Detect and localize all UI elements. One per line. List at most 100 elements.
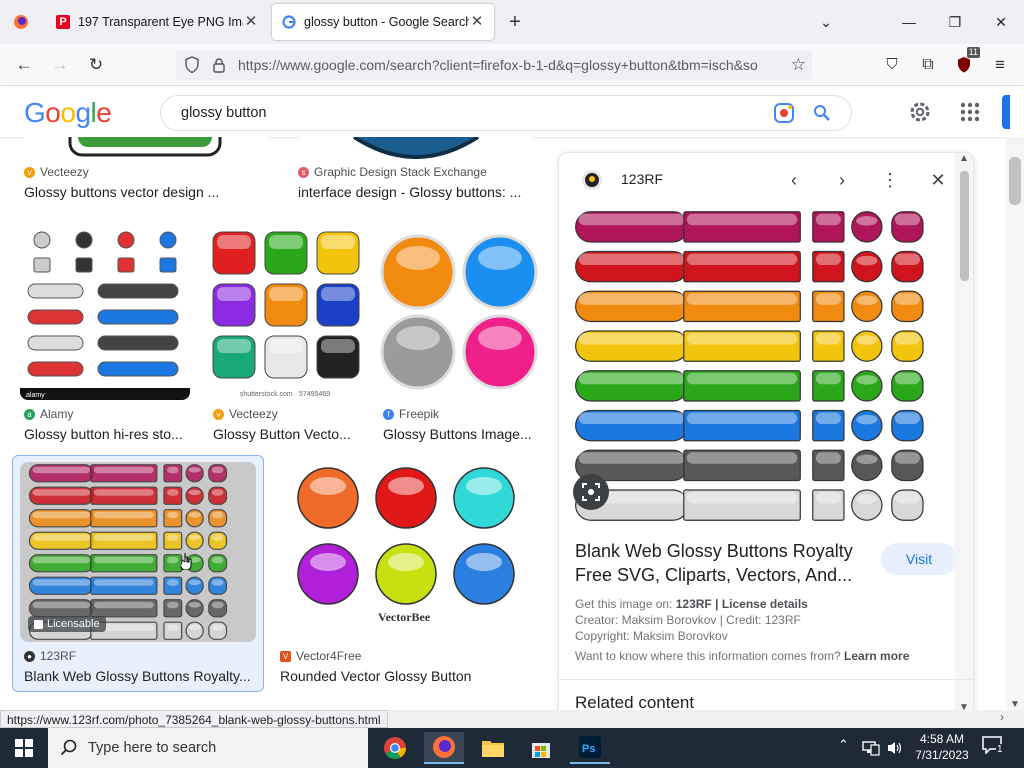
notification-center[interactable]: 1 bbox=[982, 736, 1006, 760]
scroll-thumb[interactable] bbox=[960, 171, 969, 281]
taskbar-store[interactable] bbox=[521, 732, 561, 764]
reload-icon[interactable]: ↻ bbox=[82, 52, 110, 78]
scroll-down-icon[interactable]: ▼ bbox=[1006, 699, 1024, 710]
firefox-icon bbox=[433, 736, 455, 758]
pinterest-icon: P bbox=[56, 15, 70, 29]
back-icon[interactable]: ← bbox=[10, 52, 38, 78]
result-title[interactable]: Glossy button hi-res sto... bbox=[24, 426, 190, 442]
lens-icon[interactable] bbox=[773, 102, 795, 124]
lock-icon[interactable] bbox=[212, 57, 226, 73]
next-image-icon[interactable]: › bbox=[829, 167, 855, 193]
result-source[interactable]: f Freepik bbox=[383, 407, 439, 421]
extension-badge: 11 bbox=[966, 47, 980, 58]
show-hidden-icons[interactable]: ⌃ bbox=[838, 737, 849, 753]
windows-start-icon[interactable] bbox=[15, 739, 33, 757]
scroll-up-icon[interactable]: ▲ bbox=[955, 153, 973, 164]
result-source[interactable]: v Vecteezy bbox=[24, 165, 89, 179]
network-icon[interactable] bbox=[862, 740, 880, 756]
result-thumbnail-0[interactable] bbox=[20, 137, 274, 159]
alamy-icon: a bbox=[24, 408, 35, 420]
result-thumbnail-4[interactable] bbox=[380, 222, 540, 400]
google-logo[interactable]: Google bbox=[24, 97, 112, 129]
result-thumbnail-3[interactable]: shutterstock.com · 57495469 bbox=[209, 222, 361, 400]
taskbar-search-placeholder: Type here to search bbox=[88, 740, 217, 756]
account-avatar[interactable] bbox=[1002, 95, 1010, 129]
taskbar-firefox[interactable] bbox=[424, 732, 464, 764]
scroll-right-icon[interactable]: › bbox=[1000, 710, 1004, 724]
clock-date: 7/31/2023 bbox=[915, 748, 969, 762]
pocket-icon[interactable]: ⛉ bbox=[878, 52, 906, 78]
close-panel-icon[interactable]: ✕ bbox=[925, 167, 951, 193]
thumbnail-watermark: VectorBee bbox=[378, 610, 431, 624]
result-thumbnail-1[interactable] bbox=[294, 137, 538, 159]
new-tab-button[interactable]: + bbox=[502, 4, 528, 40]
list-tabs-icon[interactable]: ⌄ bbox=[812, 8, 840, 36]
taskbar-search-box[interactable]: Type here to search bbox=[48, 728, 368, 768]
tab-bar: P 197 Transparent Eye PNG Image ✕ glossy… bbox=[0, 0, 1024, 44]
freepik-icon: f bbox=[383, 408, 394, 420]
result-thumbnail-6[interactable]: VectorBee bbox=[278, 462, 538, 642]
previous-image-icon[interactable]: ‹ bbox=[781, 167, 807, 193]
status-url: https://www.123rf.com/photo_7385264_blan… bbox=[0, 710, 388, 728]
result-title[interactable]: interface design - Glossy buttons: ... bbox=[298, 184, 538, 200]
tab-google-search[interactable]: glossy button - Google Search ✕ bbox=[272, 4, 494, 40]
search-input[interactable]: glossy button bbox=[181, 96, 266, 130]
learn-more-link[interactable]: Learn more bbox=[844, 649, 909, 663]
panel-title[interactable]: Blank Web Glossy Buttons Royalty Free SV… bbox=[575, 539, 865, 587]
search-icon[interactable] bbox=[813, 104, 831, 122]
taskbar-file-explorer[interactable] bbox=[473, 732, 513, 764]
taskbar-chrome[interactable] bbox=[375, 732, 415, 764]
firefox-view-button[interactable] bbox=[8, 4, 34, 40]
close-tab-icon[interactable]: ✕ bbox=[242, 13, 260, 31]
result-source[interactable]: s Graphic Design Stack Exchange bbox=[298, 165, 487, 179]
creator-line: Creator: Maksim Borovkov | Credit: 123RF bbox=[575, 613, 801, 627]
more-options-icon[interactable]: ⋮ bbox=[877, 167, 903, 193]
apps-grid-icon[interactable] bbox=[960, 102, 980, 122]
vecteezy-icon: v bbox=[24, 166, 35, 178]
result-thumbnail-2[interactable]: alamy bbox=[20, 222, 190, 400]
clock[interactable]: 4:58 AM 7/31/2023 bbox=[912, 731, 972, 763]
panel-scrollbar[interactable]: ▲ ▼ bbox=[955, 153, 973, 711]
taskbar-photoshop[interactable]: Ps bbox=[570, 732, 610, 764]
result-title[interactable]: Glossy Buttons Image... bbox=[383, 426, 537, 442]
panel-preview-image[interactable] bbox=[559, 207, 973, 525]
result-title[interactable]: Rounded Vector Glossy Button bbox=[280, 668, 536, 684]
svg-text:alamy: alamy bbox=[26, 392, 45, 399]
address-bar[interactable]: https://www.google.com/search?client=fir… bbox=[176, 50, 812, 80]
maximize-icon[interactable]: ❐ bbox=[941, 8, 969, 36]
ublock-extension-icon[interactable]: 11 bbox=[950, 47, 980, 78]
url-text[interactable]: https://www.google.com/search?client=fir… bbox=[238, 50, 758, 80]
search-box[interactable]: glossy button bbox=[160, 95, 852, 131]
page-scroll-thumb[interactable] bbox=[1009, 157, 1021, 205]
image-preview-panel: 123RF ‹ › ⋮ ✕ ▲ ▼ Blank Web Glossy Butto… bbox=[558, 152, 974, 712]
extensions-icon[interactable]: ⧉ bbox=[914, 52, 942, 78]
result-source[interactable]: a Alamy bbox=[24, 407, 73, 421]
vecteezy-icon: v bbox=[213, 408, 224, 420]
licensable-badge[interactable]: Licensable bbox=[28, 616, 106, 632]
menu-icon[interactable]: ≡ bbox=[986, 52, 1014, 78]
visit-button[interactable]: Visit bbox=[881, 543, 957, 575]
result-source[interactable]: ● 123RF bbox=[24, 649, 76, 663]
result-source[interactable]: v Vecteezy bbox=[213, 407, 278, 421]
result-thumbnail-5[interactable]: Licensable bbox=[20, 462, 256, 642]
volume-icon[interactable] bbox=[886, 740, 904, 756]
google-icon bbox=[282, 15, 296, 29]
panel-divider bbox=[559, 679, 973, 680]
result-source[interactable]: V Vector4Free bbox=[280, 649, 361, 663]
result-title[interactable]: Blank Web Glossy Buttons Royalty... bbox=[24, 668, 256, 684]
tab-pinterest[interactable]: P 197 Transparent Eye PNG Image ✕ bbox=[46, 4, 268, 40]
forward-icon[interactable]: → bbox=[46, 52, 74, 78]
result-title[interactable]: Glossy Button Vecto... bbox=[213, 426, 361, 442]
settings-gear-icon[interactable] bbox=[908, 100, 932, 124]
bookmark-star-icon[interactable]: ☆ bbox=[791, 50, 806, 80]
visual-search-button[interactable] bbox=[573, 474, 609, 510]
minimize-icon[interactable]: — bbox=[895, 8, 923, 36]
license-details-link[interactable]: License details bbox=[722, 597, 808, 611]
close-window-icon[interactable]: ✕ bbox=[987, 8, 1015, 36]
panel-header: 123RF ‹ › ⋮ ✕ bbox=[559, 153, 973, 207]
panel-source-name[interactable]: 123RF bbox=[621, 171, 663, 187]
close-tab-icon[interactable]: ✕ bbox=[468, 13, 486, 31]
shield-icon[interactable] bbox=[184, 56, 200, 74]
page-scrollbar[interactable]: ▼ bbox=[1006, 137, 1024, 712]
result-title[interactable]: Glossy buttons vector design ... bbox=[24, 184, 270, 200]
